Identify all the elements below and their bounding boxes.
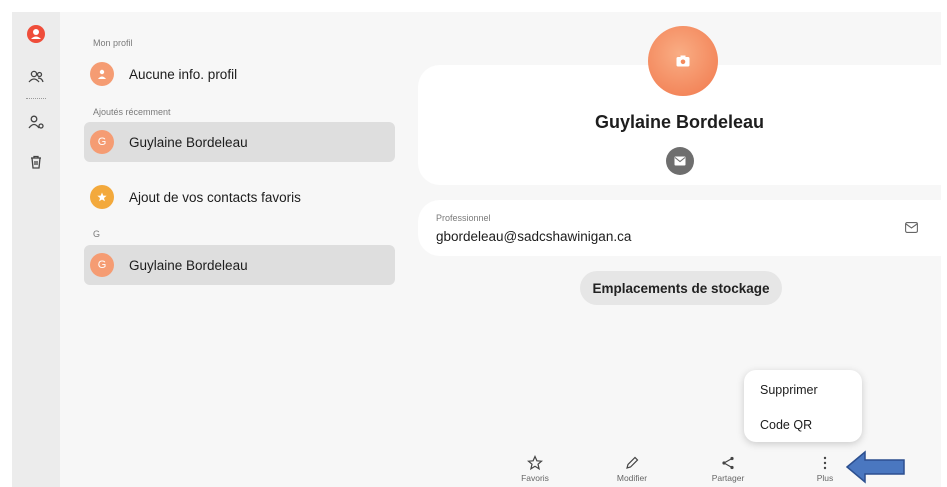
edit-button[interactable]: Modifier <box>597 455 667 483</box>
contact-list: Mon profil Aucune info. profil Ajoutés r… <box>60 12 410 487</box>
favorites-label: Favoris <box>521 473 549 483</box>
storage-locations-button[interactable]: Emplacements de stockage <box>580 271 782 305</box>
star-icon <box>90 185 114 209</box>
menu-item-qr-code[interactable]: Code QR <box>760 418 812 432</box>
share-button[interactable]: Partager <box>693 455 763 483</box>
manage-contacts-icon[interactable] <box>26 112 46 132</box>
list-item-label: Guylaine Bordeleau <box>129 134 248 150</box>
pencil-icon <box>626 456 639 469</box>
list-item-label: Aucune info. profil <box>129 66 238 82</box>
star-icon <box>527 455 543 471</box>
list-item-label: Guylaine Bordeleau <box>129 257 248 273</box>
edit-label: Modifier <box>616 473 648 483</box>
email-address[interactable]: gbordeleau@sadcshawinigan.ca <box>436 229 631 244</box>
list-item-contact-recent[interactable]: G Guylaine Bordeleau <box>84 122 395 162</box>
mail-icon <box>674 156 686 166</box>
list-item-contact-g[interactable]: G Guylaine Bordeleau <box>84 245 395 285</box>
list-item-add-favorites[interactable]: Ajout de vos contacts favoris <box>84 177 395 217</box>
email-card[interactable]: Professionnel gbordeleau@sadcshawinigan.… <box>418 200 941 256</box>
share-icon <box>722 456 734 470</box>
list-item-label: Ajout de vos contacts favoris <box>129 189 301 205</box>
contact-avatar[interactable] <box>648 26 718 96</box>
email-action-button[interactable] <box>666 147 694 175</box>
contacts-app: Mon profil Aucune info. profil Ajoutés r… <box>12 12 941 487</box>
camera-icon <box>676 55 690 67</box>
section-header-profile: Mon profil <box>93 38 133 48</box>
section-header-g: G <box>93 229 101 239</box>
favorites-button[interactable]: Favoris <box>500 455 570 483</box>
email-type-label: Professionnel <box>436 213 491 223</box>
navigation-rail <box>12 12 60 487</box>
contact-name: Guylaine Bordeleau <box>594 112 765 132</box>
rail-divider <box>26 98 46 99</box>
list-item-my-profile[interactable]: Aucune info. profil <box>84 54 395 94</box>
trash-icon[interactable] <box>26 152 46 172</box>
contacts-icon[interactable] <box>26 67 46 87</box>
menu-item-delete[interactable]: Supprimer <box>760 383 818 397</box>
person-icon <box>90 62 114 86</box>
avatar: G <box>90 130 114 154</box>
avatar: G <box>90 253 114 277</box>
section-header-recent: Ajoutés récemment <box>93 107 171 117</box>
mail-icon[interactable] <box>905 220 918 238</box>
overflow-menu: Supprimer Code QR <box>744 370 862 442</box>
pointer-arrow-icon <box>845 450 908 487</box>
share-label: Partager <box>711 473 745 483</box>
more-icon <box>823 456 827 470</box>
profile-icon[interactable] <box>26 24 46 44</box>
